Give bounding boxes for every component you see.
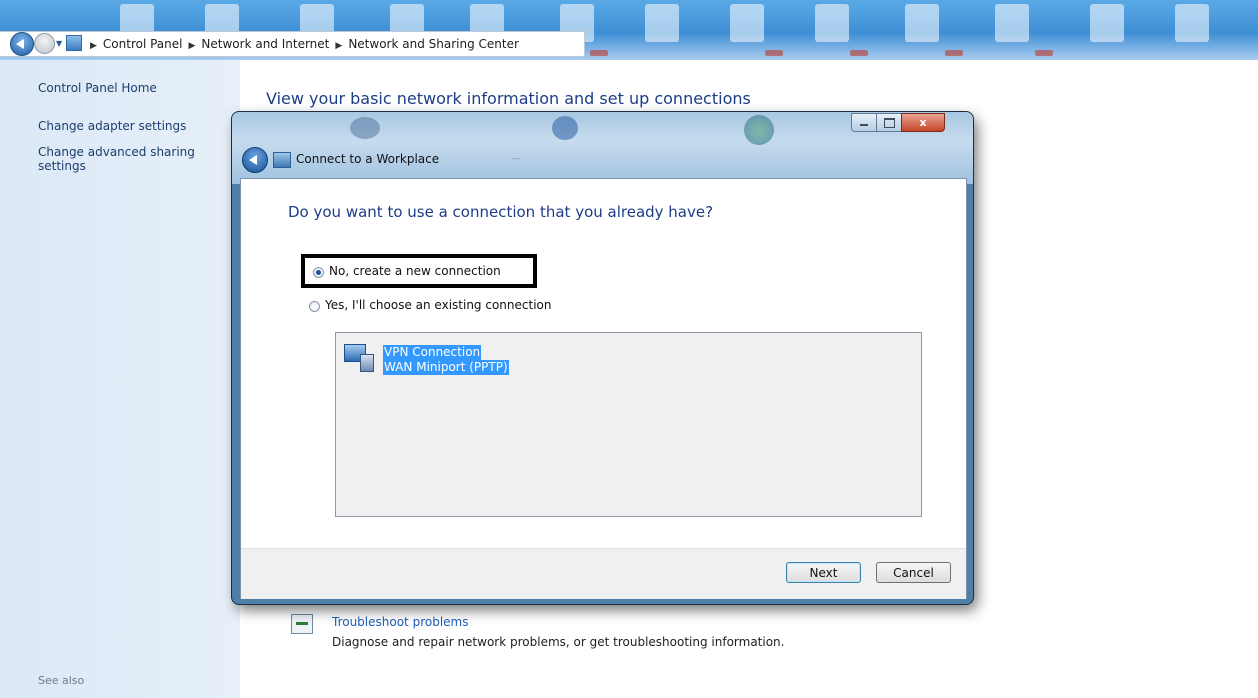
- dialog-back-button[interactable]: [242, 147, 268, 173]
- toolbar-tile: [645, 4, 679, 42]
- toolbar-mark: [765, 50, 783, 56]
- ghost-label: —: [512, 154, 521, 164]
- connection-device[interactable]: WAN Miniport (PPTP): [383, 360, 509, 375]
- breadcrumb-separator-icon[interactable]: ▶: [90, 41, 97, 51]
- connect-workplace-dialog: — x Connect to a Workplace Do you want t…: [232, 112, 973, 604]
- troubleshoot-description: Diagnose and repair network problems, or…: [332, 635, 785, 649]
- left-navigation-pane: Control Panel Home Change adapter settin…: [0, 60, 240, 698]
- control-panel-icon: [66, 35, 82, 51]
- troubleshoot-problems-link[interactable]: Troubleshoot problems: [332, 615, 468, 629]
- troubleshoot-icon: [291, 614, 313, 634]
- radio-use-existing-label[interactable]: Yes, I'll choose an existing connection: [325, 298, 551, 312]
- explorer-toolbar: ▼ ▶ Control Panel ▶ Network and Internet ▶ Ne…: [0, 0, 1258, 60]
- arrow-left-icon: [16, 39, 24, 49]
- toolbar-mark: [850, 50, 868, 56]
- breadcrumb-control-panel[interactable]: Control Panel: [103, 37, 183, 51]
- dialog-question: Do you want to use a connection that you…: [288, 203, 714, 221]
- cancel-button[interactable]: Cancel: [876, 562, 951, 583]
- control-panel-home-link[interactable]: Control Panel Home: [38, 81, 157, 95]
- recent-pages-dropdown-icon[interactable]: ▼: [56, 39, 62, 48]
- toolbar-tile: [1090, 4, 1124, 42]
- globe-ghost-icon: [744, 115, 774, 145]
- change-advanced-sharing-line1: Change advanced sharing: [38, 145, 195, 159]
- dialog-title-bar[interactable]: — x Connect to a Workplace: [232, 112, 973, 184]
- next-button[interactable]: Next: [786, 562, 861, 583]
- change-adapter-settings-link[interactable]: Change adapter settings: [38, 119, 186, 133]
- dialog-title: Connect to a Workplace: [296, 152, 440, 166]
- toolbar-tile: [995, 4, 1029, 42]
- toolbar-tile: [1175, 4, 1209, 42]
- toolbar-mark: [945, 50, 963, 56]
- page-title: View your basic network information and …: [266, 89, 751, 108]
- breadcrumb-network-sharing-center[interactable]: Network and Sharing Center: [348, 37, 519, 51]
- toolbar-tile: [905, 4, 939, 42]
- back-button[interactable]: [10, 32, 34, 56]
- vpn-connection-icon: [344, 344, 374, 372]
- arrow-left-icon: [249, 155, 257, 165]
- dialog-content: Do you want to use a connection that you…: [240, 178, 967, 599]
- toolbar-mark: [590, 50, 608, 56]
- toolbar-tile: [730, 4, 764, 42]
- minimize-icon: [860, 124, 868, 126]
- workplace-icon: [273, 152, 291, 168]
- maximize-icon: [884, 118, 895, 128]
- radio-create-new-label[interactable]: No, create a new connection: [329, 264, 501, 278]
- network-ghost-icon: [552, 116, 578, 140]
- breadcrumb-separator-icon[interactable]: ▶: [189, 41, 196, 51]
- toolbar-tile: [815, 4, 849, 42]
- breadcrumb-separator-icon[interactable]: ▶: [335, 41, 342, 51]
- minimize-button[interactable]: [851, 113, 877, 132]
- connection-name[interactable]: VPN Connection: [383, 345, 482, 360]
- radio-use-existing[interactable]: [309, 301, 320, 312]
- server-icon: [360, 354, 374, 372]
- change-advanced-sharing-link[interactable]: Change advanced sharing settings: [38, 145, 195, 173]
- close-button[interactable]: x: [901, 113, 945, 132]
- radio-create-new[interactable]: [313, 267, 324, 278]
- network-ghost-icon: [350, 117, 380, 139]
- maximize-button[interactable]: [876, 113, 902, 132]
- breadcrumb: ▶ Control Panel ▶ Network and Internet ▶ Netw…: [84, 37, 519, 51]
- forward-button[interactable]: [34, 33, 55, 54]
- see-also-heading: See also: [38, 674, 85, 687]
- connection-list[interactable]: VPN Connection WAN Miniport (PPTP): [335, 332, 922, 517]
- breadcrumb-network-internet[interactable]: Network and Internet: [201, 37, 329, 51]
- toolbar-mark: [1035, 50, 1053, 56]
- change-advanced-sharing-line2: settings: [38, 159, 86, 173]
